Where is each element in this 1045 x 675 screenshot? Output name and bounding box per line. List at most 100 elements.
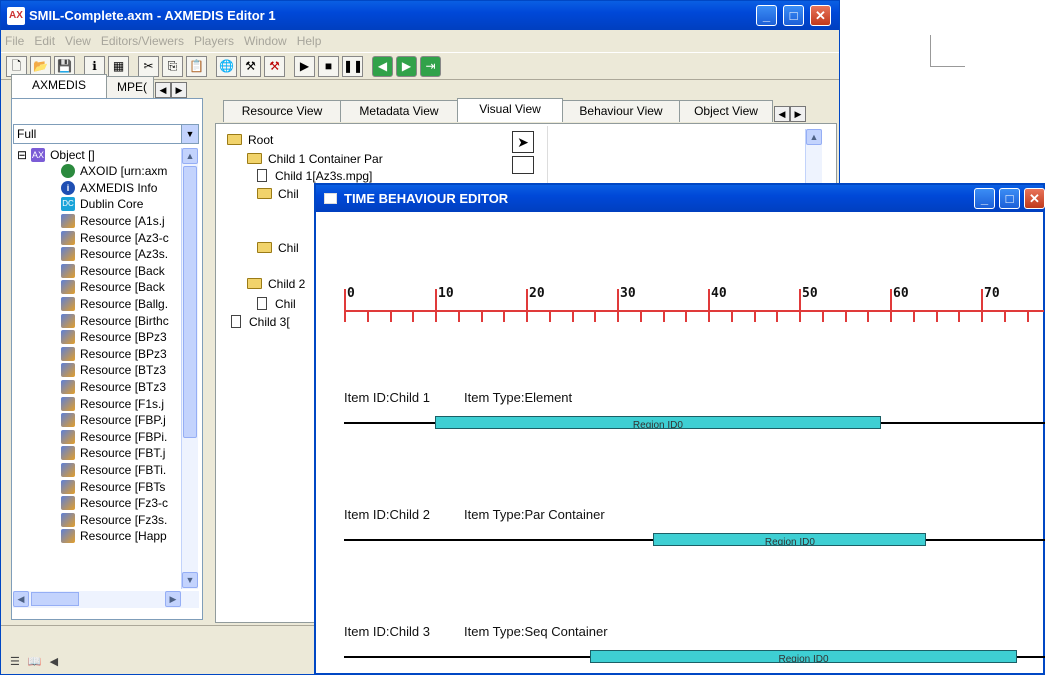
tree-item[interactable]: Resource [Happ <box>61 528 167 545</box>
tree-item[interactable]: Resource [BTz3 <box>61 378 166 395</box>
item-id-label: Item ID:Child 3 <box>344 624 430 639</box>
tree-item[interactable]: Resource [FBPi. <box>61 428 167 445</box>
tree-item[interactable]: Resource [Az3-c <box>61 229 169 246</box>
tbe-maximize-button[interactable]: □ <box>999 188 1020 209</box>
tab-object-view[interactable]: Object View <box>679 100 773 122</box>
chevron-down-icon[interactable]: ▼ <box>181 125 198 143</box>
view-tab-right-icon[interactable]: ▶ <box>790 106 806 122</box>
menu-edit[interactable]: Edit <box>34 34 55 48</box>
tree-item[interactable]: Resource [Ballg. <box>61 295 168 312</box>
tbe-close-button[interactable]: ✕ <box>1024 188 1045 209</box>
pause-icon[interactable]: ❚❚ <box>342 55 363 77</box>
list-icon[interactable]: ☰ <box>10 655 20 668</box>
tab-resource-view[interactable]: Resource View <box>223 100 341 122</box>
tree-hscroll-thumb[interactable] <box>31 592 79 606</box>
tbe-minimize-button[interactable]: _ <box>974 188 995 209</box>
tree-item[interactable]: Resource [Back <box>61 262 165 279</box>
collapse-icon[interactable]: ⊟ <box>17 148 27 162</box>
menu-editors-viewers[interactable]: Editors/Viewers <box>101 34 184 48</box>
minimize-button[interactable]: _ <box>756 5 777 26</box>
play-icon[interactable]: ▶ <box>294 55 315 77</box>
region-bar[interactable]: Region ID0 <box>589 650 1018 663</box>
ruler-minor-tick <box>366 310 369 322</box>
tree-item[interactable]: i AXMEDIS Info <box>61 179 157 196</box>
tab-mpeg[interactable]: MPE( <box>106 76 154 98</box>
scroll-left-icon[interactable]: ◀ <box>13 591 29 607</box>
book-icon[interactable]: 📖 <box>28 655 42 668</box>
menu-view[interactable]: View <box>65 34 91 48</box>
tree-item[interactable]: AXOID [urn:axm <box>61 163 167 180</box>
visual-tree-item[interactable]: Chil <box>257 239 299 256</box>
menu-help[interactable]: Help <box>297 34 322 48</box>
tab-scroll-left-icon[interactable]: ◀ <box>155 82 171 98</box>
tab-behaviour-view[interactable]: Behaviour View <box>562 100 680 122</box>
tools-red-icon[interactable]: ⚒ <box>264 55 285 77</box>
paste-icon[interactable]: 📋 <box>186 55 207 77</box>
visual-tree-item[interactable]: Child 3[ <box>231 313 290 330</box>
tree-item[interactable]: Resource [FBP.j <box>61 412 166 429</box>
scroll-up-icon[interactable]: ▲ <box>182 148 198 164</box>
canvas-vertical-scrollbar[interactable]: ▲ <box>805 129 822 189</box>
maximize-button[interactable]: □ <box>783 5 804 26</box>
tree-item[interactable]: Resource [BPz3 <box>61 345 167 362</box>
tree-vertical-scrollbar[interactable]: ▲ ▼ <box>181 148 198 589</box>
menu-players[interactable]: Players <box>194 34 234 48</box>
rectangle-tool-icon[interactable] <box>512 156 534 174</box>
tree-horizontal-scrollbar[interactable]: ◀ ▶ <box>13 591 199 608</box>
tree-item[interactable]: Resource [FBTs <box>61 478 165 495</box>
view-tab-left-icon[interactable]: ◀ <box>774 106 790 122</box>
scroll-down-icon[interactable]: ▼ <box>182 572 198 588</box>
tree-item[interactable]: DC Dublin Core <box>61 196 143 213</box>
tab-axmedis[interactable]: AXMEDIS <box>11 74 107 98</box>
region-bar[interactable]: Region ID0 <box>653 533 927 546</box>
tree-item[interactable]: Resource [Back <box>61 279 165 296</box>
scroll-right-icon[interactable]: ▶ <box>165 591 181 607</box>
menu-file[interactable]: File <box>5 34 24 48</box>
tree-item[interactable]: Resource [Az3s. <box>61 246 168 263</box>
tree-item[interactable]: Resource [Fz3-c <box>61 495 168 512</box>
folder-icon <box>257 188 272 199</box>
visual-tree-item[interactable]: Child 1 Container Par <box>247 150 383 167</box>
export-icon[interactable]: ⇥ <box>420 55 441 77</box>
visual-tree-item[interactable]: Child 2 <box>247 275 305 292</box>
visual-tree-label: Child 3[ <box>249 314 290 329</box>
visual-tree-item[interactable]: Chil <box>257 185 299 202</box>
canvas-scroll-up-icon[interactable]: ▲ <box>806 129 822 145</box>
time-editor-title-bar[interactable]: TIME BEHAVIOUR EDITOR _ □ ✕ <box>316 185 1045 212</box>
visual-tree-label: Child 1[Az3s.mpg] <box>275 168 373 183</box>
visual-tree-item[interactable]: Child 1[Az3s.mpg] <box>257 167 372 184</box>
forward-icon[interactable]: ▶ <box>396 55 417 77</box>
taskbar-icons: ☰ 📖 ◀ <box>10 655 58 668</box>
tools-icon[interactable]: ⚒ <box>240 55 261 77</box>
tab-visual-view[interactable]: Visual View <box>457 98 563 122</box>
region-bar[interactable]: Region ID0 <box>435 416 881 429</box>
tree-item[interactable]: Resource [Birthc <box>61 312 169 329</box>
tree-item[interactable]: Resource [F1s.j <box>61 395 164 412</box>
main-title-bar[interactable]: AX SMIL-Complete.axm - AXMEDIS Editor 1 … <box>1 1 839 30</box>
visual-tree-item[interactable]: Chil <box>257 295 296 312</box>
close-button[interactable]: ✕ <box>810 5 831 26</box>
pointer-tool-icon[interactable]: ➤ <box>512 131 534 153</box>
tree-root-object[interactable]: ⊟ AX Object [] <box>17 146 95 163</box>
tree-item[interactable]: Resource [FBT.j <box>61 445 165 462</box>
ruler-minor-tick <box>753 310 756 322</box>
tree-item[interactable]: Resource [FBTi. <box>61 461 166 478</box>
tree-scroll-thumb[interactable] <box>183 166 197 438</box>
visual-tree-item[interactable]: Root <box>227 131 273 148</box>
tab-metadata-view[interactable]: Metadata View <box>340 100 458 122</box>
tree-item[interactable]: Resource [Fz3s. <box>61 511 167 528</box>
back-arrow-icon[interactable]: ◀ <box>50 655 58 668</box>
tree-item[interactable]: Resource [BTz3 <box>61 362 166 379</box>
globe-tool-icon[interactable]: 🌐 <box>216 55 237 77</box>
menu-window[interactable]: Window <box>244 34 287 48</box>
ruler-label: 10 <box>438 286 454 301</box>
tab-scroll-right-icon[interactable]: ▶ <box>171 82 187 98</box>
view-filter-select[interactable]: Full ▼ <box>13 124 199 144</box>
tree-item[interactable]: Resource [A1s.j <box>61 212 165 229</box>
left-tab-scroll: ◀ ▶ <box>155 82 187 98</box>
ruler-major-tick <box>526 289 528 322</box>
tree-item[interactable]: Resource [BPz3 <box>61 329 167 346</box>
back-icon[interactable]: ◀ <box>372 55 393 77</box>
stop-icon[interactable]: ■ <box>318 55 339 77</box>
ruler-minor-tick <box>685 310 688 322</box>
